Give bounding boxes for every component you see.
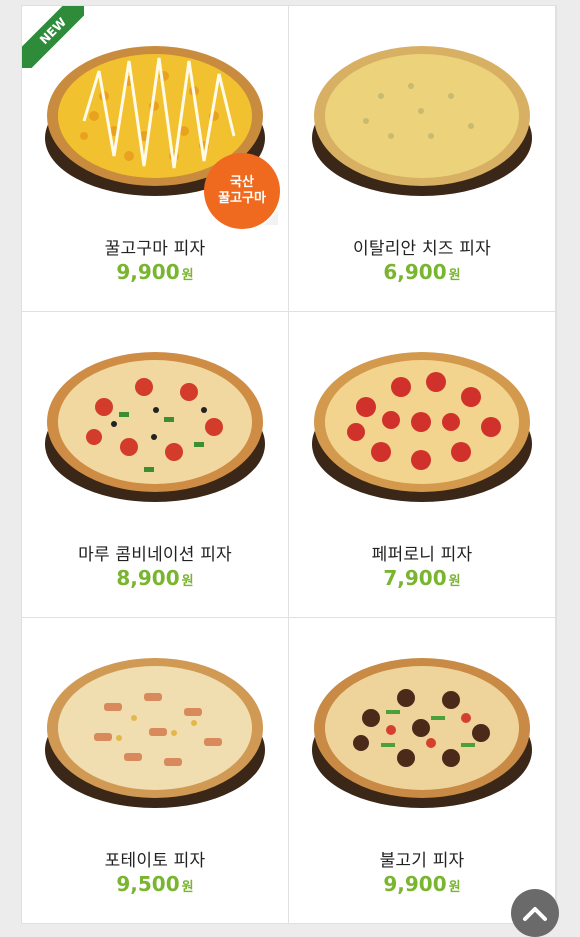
menu-item-price: 9,900 원 bbox=[22, 260, 288, 284]
price-currency: 원 bbox=[448, 268, 461, 283]
menu-item-name[interactable]: 꿀고구마 피자 bbox=[22, 234, 288, 259]
potato-pizza-image[interactable] bbox=[44, 648, 266, 818]
pepperoni-pizza-image[interactable] bbox=[311, 342, 533, 512]
menu-item-name[interactable]: 불고기 피자 bbox=[289, 846, 555, 871]
price-value: 9,900 bbox=[116, 260, 180, 284]
menu-item-price: 6,900 원 bbox=[289, 260, 555, 284]
scroll-to-top-button[interactable] bbox=[511, 889, 559, 937]
badge-line-2: 꿀고구마 bbox=[218, 191, 266, 206]
pizza-menu-grid: NEW 국산 꿀고구마 꿀고구마 피자 9,900 원 이탈리안 치즈 피자 6… bbox=[21, 5, 557, 924]
badge-line-1: 국산 bbox=[230, 175, 254, 190]
menu-item-name[interactable]: 포테이토 피자 bbox=[22, 846, 288, 871]
price-value: 7,900 bbox=[383, 566, 447, 590]
price-value: 6,900 bbox=[383, 260, 447, 284]
menu-card[interactable]: 마루 콤비네이션 피자 8,900 원 bbox=[22, 312, 288, 617]
price-value: 9,900 bbox=[383, 872, 447, 896]
menu-card[interactable]: 포테이토 피자 9,500 원 bbox=[22, 618, 288, 923]
price-currency: 원 bbox=[181, 268, 194, 283]
menu-item-price: 9,900 원 bbox=[289, 872, 555, 896]
menu-item-name[interactable]: 페퍼로니 피자 bbox=[289, 540, 555, 565]
domestic-sweet-potato-badge: 국산 꿀고구마 bbox=[204, 153, 280, 229]
menu-item-name[interactable]: 이탈리안 치즈 피자 bbox=[289, 234, 555, 259]
menu-card[interactable]: 불고기 피자 9,900 원 bbox=[289, 618, 555, 923]
menu-item-price: 7,900 원 bbox=[289, 566, 555, 590]
cheese-pizza-image[interactable] bbox=[311, 36, 533, 206]
combination-pizza-image[interactable] bbox=[44, 342, 266, 512]
menu-item-price: 9,500 원 bbox=[22, 872, 288, 896]
price-value: 9,500 bbox=[116, 872, 180, 896]
price-currency: 원 bbox=[181, 880, 194, 895]
bulgogi-pizza-image[interactable] bbox=[311, 648, 533, 818]
price-currency: 원 bbox=[448, 880, 461, 895]
menu-item-price: 8,900 원 bbox=[22, 566, 288, 590]
price-currency: 원 bbox=[181, 574, 194, 589]
price-value: 8,900 bbox=[116, 566, 180, 590]
menu-card[interactable]: NEW 국산 꿀고구마 꿀고구마 피자 9,900 원 bbox=[22, 6, 288, 311]
menu-card[interactable]: 페퍼로니 피자 7,900 원 bbox=[289, 312, 555, 617]
menu-card[interactable]: 이탈리안 치즈 피자 6,900 원 bbox=[289, 6, 555, 311]
price-currency: 원 bbox=[448, 574, 461, 589]
badge-fold-corner bbox=[264, 211, 278, 225]
menu-item-name[interactable]: 마루 콤비네이션 피자 bbox=[22, 540, 288, 565]
chevron-up-icon bbox=[523, 907, 547, 921]
